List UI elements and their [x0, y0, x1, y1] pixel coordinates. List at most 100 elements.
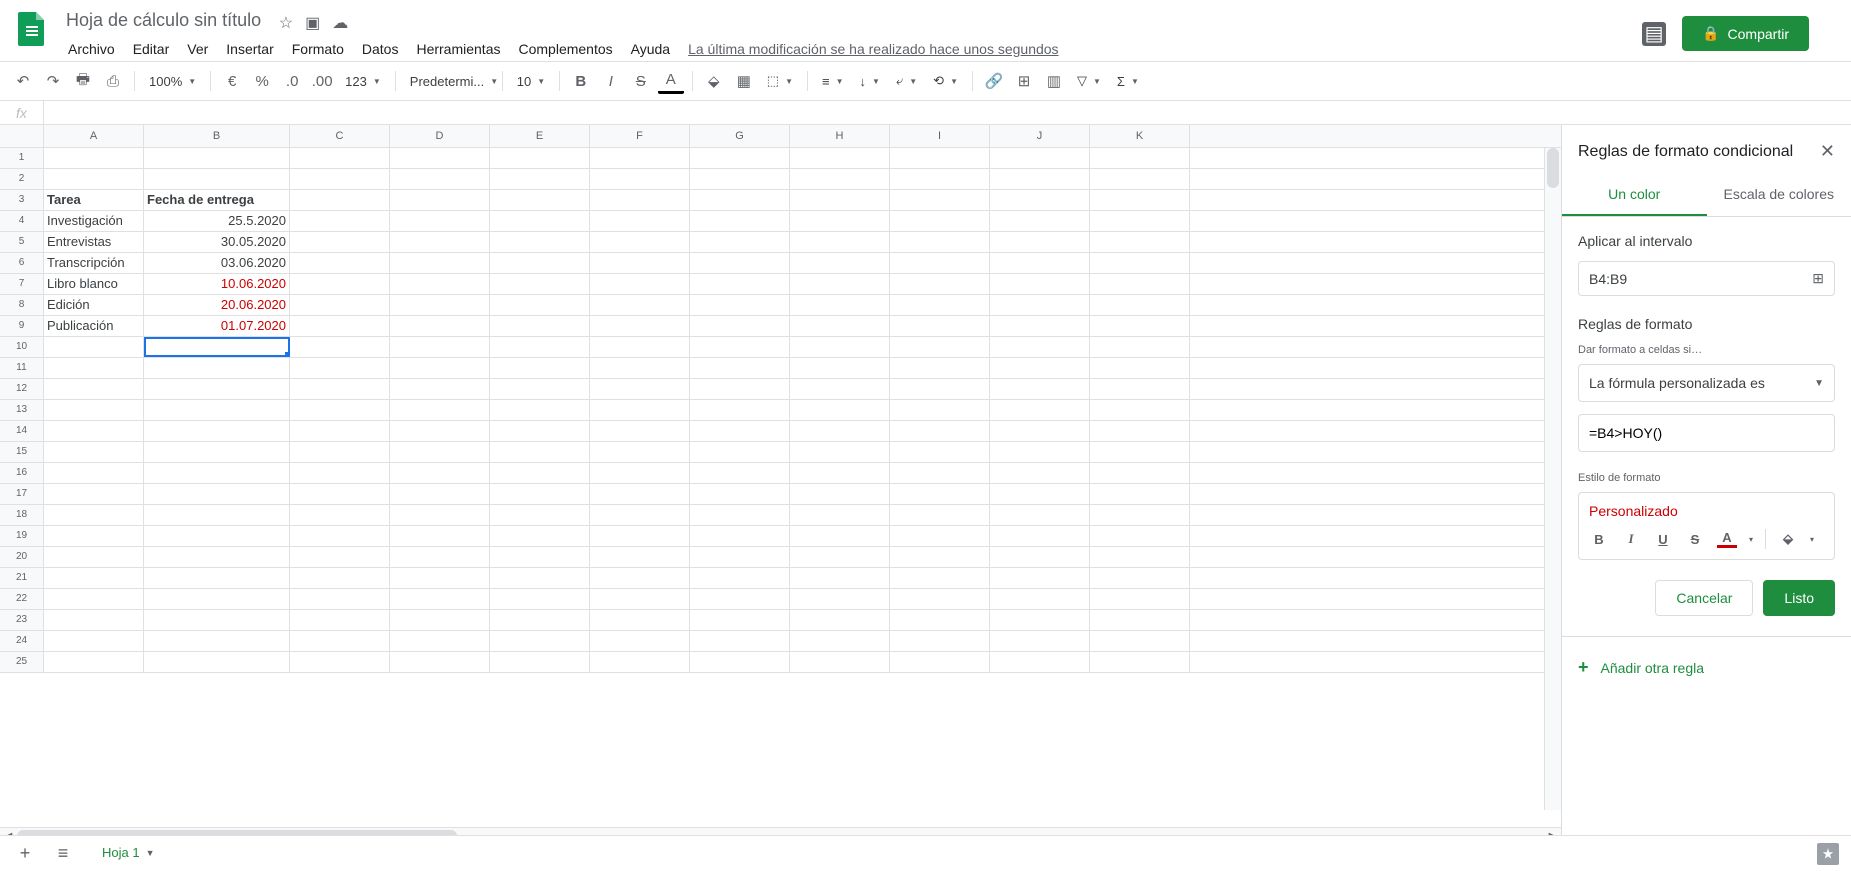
cell[interactable] — [144, 148, 290, 168]
row-header[interactable]: 20 — [0, 547, 44, 567]
cell[interactable] — [590, 211, 690, 231]
cell[interactable] — [290, 169, 390, 189]
cell[interactable] — [290, 442, 390, 462]
cell[interactable] — [490, 400, 590, 420]
cell[interactable] — [890, 547, 990, 567]
doc-title[interactable]: Hoja de cálculo sin título — [60, 8, 267, 33]
add-rule-button[interactable]: + Añadir otra regla — [1578, 653, 1835, 682]
cell[interactable] — [990, 169, 1090, 189]
cell[interactable] — [290, 253, 390, 273]
cell[interactable] — [1090, 505, 1190, 525]
cell[interactable] — [990, 253, 1090, 273]
cell[interactable] — [790, 253, 890, 273]
paint-format-icon[interactable]: ⎙ — [100, 68, 126, 94]
row-header[interactable]: 22 — [0, 589, 44, 609]
cell[interactable] — [144, 484, 290, 504]
style-italic-icon[interactable]: I — [1621, 531, 1641, 547]
style-strike-icon[interactable]: S — [1685, 532, 1705, 547]
column-header[interactable]: E — [490, 125, 590, 147]
cell[interactable] — [44, 652, 144, 672]
done-button[interactable]: Listo — [1763, 580, 1835, 616]
cell[interactable] — [890, 400, 990, 420]
row-header[interactable]: 21 — [0, 568, 44, 588]
cell[interactable] — [1090, 211, 1190, 231]
menu-addons[interactable]: Complementos — [510, 37, 620, 61]
cell[interactable] — [590, 652, 690, 672]
cell[interactable] — [590, 526, 690, 546]
row-header[interactable]: 12 — [0, 379, 44, 399]
cell[interactable] — [690, 505, 790, 525]
row-header[interactable]: 13 — [0, 400, 44, 420]
cell[interactable] — [390, 652, 490, 672]
cell[interactable] — [1090, 358, 1190, 378]
row-header[interactable]: 14 — [0, 421, 44, 441]
cell[interactable] — [144, 337, 290, 357]
cell[interactable] — [1090, 337, 1190, 357]
cell[interactable] — [890, 589, 990, 609]
cell[interactable] — [490, 589, 590, 609]
cell[interactable] — [890, 316, 990, 336]
cell[interactable] — [490, 442, 590, 462]
currency-icon[interactable]: € — [219, 68, 245, 94]
comments-icon[interactable]: ▤ — [1642, 22, 1666, 46]
cell[interactable] — [990, 148, 1090, 168]
decrease-decimal-icon[interactable]: .0 — [279, 68, 305, 94]
cell[interactable] — [390, 484, 490, 504]
cell[interactable] — [490, 652, 590, 672]
star-icon[interactable]: ☆ — [279, 13, 293, 33]
cell[interactable] — [690, 589, 790, 609]
cell[interactable] — [590, 547, 690, 567]
cell[interactable] — [390, 442, 490, 462]
cell[interactable] — [790, 211, 890, 231]
cell[interactable]: 20.06.2020 — [144, 295, 290, 315]
menu-file[interactable]: Archivo — [60, 37, 123, 61]
cell[interactable] — [1090, 379, 1190, 399]
print-icon[interactable]: 🖶 — [70, 68, 96, 94]
fill-color-icon[interactable]: ⬙ — [701, 68, 727, 94]
cell[interactable] — [790, 379, 890, 399]
cell[interactable] — [990, 505, 1090, 525]
cell[interactable] — [790, 274, 890, 294]
cell[interactable] — [144, 442, 290, 462]
cell[interactable] — [490, 505, 590, 525]
cell[interactable] — [390, 526, 490, 546]
cell[interactable]: Publicación — [44, 316, 144, 336]
cell[interactable] — [690, 274, 790, 294]
cell[interactable] — [990, 400, 1090, 420]
cell[interactable] — [290, 295, 390, 315]
cell[interactable] — [290, 190, 390, 210]
cell[interactable] — [390, 631, 490, 651]
cell[interactable] — [690, 484, 790, 504]
cell[interactable] — [1090, 547, 1190, 567]
cell[interactable] — [890, 379, 990, 399]
cell[interactable] — [1090, 610, 1190, 630]
font-dropdown[interactable]: Predetermi...▼ — [404, 68, 494, 94]
text-color-icon[interactable]: A — [658, 68, 684, 94]
cell[interactable] — [290, 358, 390, 378]
row-header[interactable]: 25 — [0, 652, 44, 672]
cell[interactable] — [590, 400, 690, 420]
cell[interactable] — [390, 568, 490, 588]
column-header[interactable]: J — [990, 125, 1090, 147]
cell[interactable] — [690, 211, 790, 231]
style-underline-icon[interactable]: U — [1653, 532, 1673, 547]
cell[interactable] — [890, 631, 990, 651]
borders-icon[interactable]: ▦ — [731, 68, 757, 94]
cell[interactable] — [1090, 421, 1190, 441]
menu-help[interactable]: Ayuda — [623, 37, 678, 61]
cell[interactable] — [390, 232, 490, 252]
cell[interactable] — [690, 442, 790, 462]
formula-bar[interactable] — [44, 101, 1851, 124]
cell[interactable] — [1090, 589, 1190, 609]
cell[interactable] — [44, 400, 144, 420]
cell[interactable] — [890, 358, 990, 378]
cell[interactable] — [790, 505, 890, 525]
cell[interactable] — [690, 652, 790, 672]
menu-tools[interactable]: Herramientas — [408, 37, 508, 61]
cell[interactable] — [790, 442, 890, 462]
menu-insert[interactable]: Insertar — [218, 37, 281, 61]
row-header[interactable]: 4 — [0, 211, 44, 231]
cell[interactable] — [990, 568, 1090, 588]
cell[interactable] — [490, 631, 590, 651]
close-icon[interactable]: ✕ — [1820, 141, 1835, 162]
